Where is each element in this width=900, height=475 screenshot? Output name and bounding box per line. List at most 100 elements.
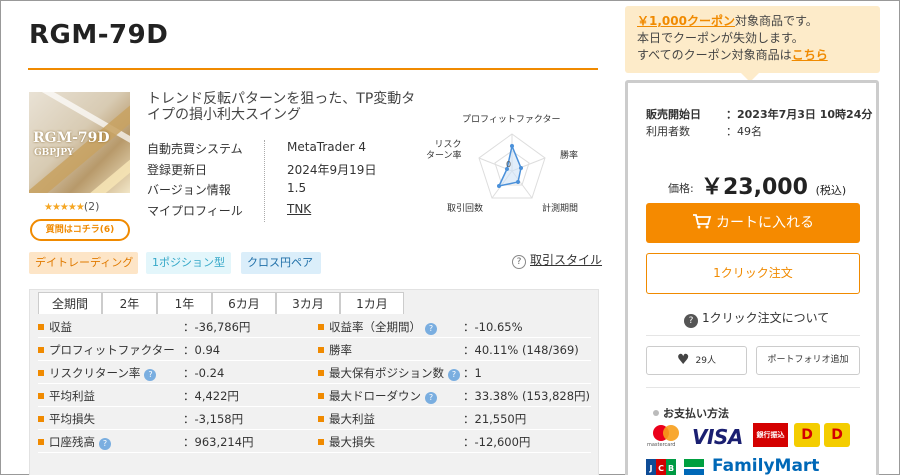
row-divider (38, 429, 591, 430)
tab-3m[interactable]: 3カ月 (276, 292, 340, 314)
tab-all[interactable]: 全期間 (38, 292, 102, 314)
stat-label: 平均利益 (49, 389, 95, 403)
row-divider (38, 452, 591, 453)
add-to-cart-button[interactable]: カートに入れる (646, 203, 860, 243)
bullet-icon (318, 416, 324, 422)
users-row: 利用者数 ：49名 (646, 123, 762, 139)
help-icon: ? (684, 314, 698, 328)
stat-label: 口座残高 (49, 435, 95, 449)
jcb-icon: JCB (646, 459, 676, 475)
product-thumbnail[interactable]: RGM-79D GBPJPY (29, 92, 130, 193)
star-icons: ★★★★★ (44, 202, 85, 213)
profile-link[interactable]: TNK (287, 202, 407, 216)
qa-button[interactable]: 質問はコチラ(6) (30, 219, 130, 241)
radar-point (519, 166, 523, 170)
bullet-icon (38, 416, 44, 422)
tag-daytrading[interactable]: デイトレーディング (29, 252, 138, 274)
help-icon[interactable]: ? (448, 369, 460, 381)
coupon-line-1-text: 対象商品です。 (734, 14, 818, 28)
payment-methods-label: お支払い方法 (663, 407, 729, 420)
stat-label: プロフィットファクター (49, 343, 175, 357)
row-divider (38, 360, 591, 361)
stat-label: 最大保有ポジション数 (329, 366, 444, 380)
radar-label-risk-return: リスク ターン率 (426, 140, 462, 161)
cart-icon (693, 214, 712, 229)
stat-label: 平均損失 (49, 412, 95, 426)
stat-value: ：963,214円 (183, 435, 254, 449)
stats-grid: 収益 ：-36,786円 プロフィットファクター ：0.94 リスクリターン率?… (38, 314, 591, 475)
rating[interactable]: ★★★★★(2) (44, 200, 99, 213)
stat-label: 最大ドローダウン (329, 389, 421, 403)
price: ￥23,000 (税込) (701, 169, 846, 201)
tab-1m[interactable]: 1カ月 (340, 292, 404, 314)
bullet-icon (318, 393, 324, 399)
one-click-about-label: 1クリック注文について (702, 311, 830, 325)
jcb-part: B (666, 459, 676, 475)
stat-row: 収益 (38, 316, 72, 338)
one-click-about-link[interactable]: ? 1クリック注文について (684, 309, 829, 328)
help-icon[interactable]: ? (99, 438, 111, 450)
thumb-title: RGM-79D (33, 130, 110, 146)
bullet-icon (38, 324, 44, 330)
coupon-line-2: 本日でクーポンが失効します。 (637, 31, 804, 45)
stat-value: ：-12,600円 (463, 435, 531, 449)
familymart-stripe (684, 459, 704, 467)
users-value: ：49名 (726, 125, 762, 138)
favorite-count: 29人 (695, 356, 716, 366)
help-icon[interactable]: ? (425, 323, 437, 335)
bullet-icon (38, 370, 44, 376)
page-title: RGM-79D (29, 20, 169, 50)
radar-label-winrate: 勝率 (560, 151, 579, 161)
tag-cross-yen[interactable]: クロス円ペア (241, 252, 321, 274)
thumb-subtitle: GBPJPY (34, 148, 74, 158)
sale-start-label: 販売開始日 (646, 108, 701, 121)
bullet-icon (318, 324, 324, 330)
stat-value: ：33.38% (153,828円) (463, 389, 591, 403)
row-divider (38, 337, 591, 338)
familymart-label: FamilyMart (712, 456, 820, 475)
bullet-icon (38, 393, 44, 399)
coupon-line-3-text: すべてのクーポン対象商品は (637, 48, 792, 62)
help-icon[interactable]: ? (425, 392, 437, 404)
row-divider (38, 406, 591, 407)
catch-copy: トレンド反転パターンを狙った、TP変動タイプの損小利大スイング (147, 91, 416, 123)
tab-2y[interactable]: 2年 (102, 292, 157, 314)
panel-divider (646, 387, 860, 388)
spec-value: MetaTrader 4 (287, 140, 367, 154)
spec-key: マイプロフィール (147, 203, 243, 218)
spec-key: 登録更新日 (147, 162, 208, 177)
bullet-icon (38, 439, 44, 445)
radar-label-pf: プロフィットファクター (462, 115, 561, 125)
help-icon[interactable]: ? (144, 369, 157, 381)
coupon-amount[interactable]: ￥1,000クーポン (637, 14, 735, 28)
tab-6m[interactable]: 6カ月 (212, 292, 276, 314)
familymart-stripe (684, 469, 704, 475)
one-click-order-button[interactable]: 1クリック注文 (646, 253, 860, 294)
coupon-link[interactable]: こちら (792, 48, 828, 62)
one-click-order-label: 1クリック注文 (713, 266, 793, 280)
stat-label: 収益 (49, 320, 72, 334)
jcb-part: C (656, 459, 666, 475)
tab-1y[interactable]: 1年 (157, 292, 212, 314)
spec-key: 自動売買システム (147, 142, 243, 156)
jcb-part: J (646, 459, 656, 475)
spec-value: 2024年9月19日 (287, 162, 377, 177)
trading-style-link[interactable]: ? 取引スタイル (512, 251, 602, 269)
visa-icon: VISA (692, 425, 743, 449)
stat-value: ：0.94 (183, 343, 221, 357)
mastercard-label: mastercard (647, 442, 676, 448)
favorite-button[interactable]: ♥ 29人 (646, 346, 747, 375)
panel-divider (646, 335, 860, 336)
spec-key: バージョン情報 (147, 183, 231, 197)
tag-one-position[interactable]: 1ポジション型 (146, 252, 231, 274)
purchase-panel: 販売開始日 ：2023年7月3日 10時24分 利用者数 ：49名 価格: ￥23,… (625, 80, 879, 475)
spec-value: 1.5 (287, 181, 307, 195)
coupon-line-1: ￥1,000クーポン対象商品です。 (637, 13, 868, 30)
portfolio-add-button[interactable]: ポートフォリオ追加 (756, 346, 860, 375)
stat-row: 口座残高? (38, 431, 111, 453)
sale-start-value: ：2023年7月3日 10時24分 (726, 108, 873, 121)
help-icon: ? (512, 255, 526, 269)
stats-panel: 全期間 2年 1年 6カ月 3カ月 1カ月 収益 ：-36,786円 プロフィッ… (29, 289, 599, 475)
stat-value: ：-3,158円 (183, 412, 244, 426)
convenience-store-icon: D (794, 423, 820, 447)
